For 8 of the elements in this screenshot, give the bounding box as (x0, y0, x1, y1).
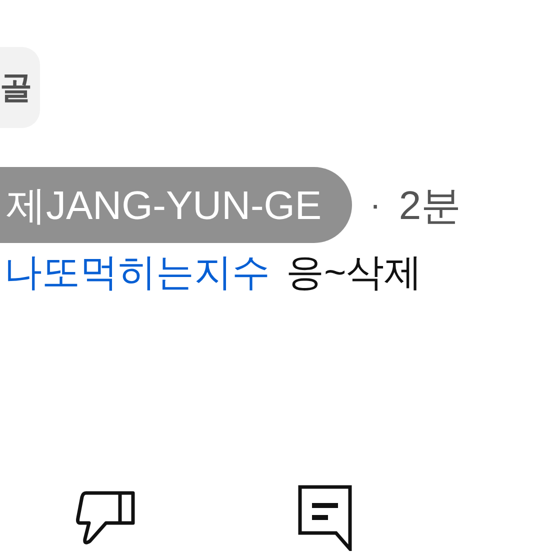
comment-icon (298, 485, 354, 551)
category-chip[interactable]: 골 (0, 47, 40, 128)
author-name[interactable]: 제JANG-YUN-GE (0, 167, 352, 243)
mention-link[interactable]: 나또먹히는지수 (0, 246, 270, 298)
comment-text: 응~삭제 (286, 250, 422, 296)
separator-dot: · (370, 186, 381, 224)
comment-time: 2분 (398, 182, 462, 230)
reply-button[interactable] (298, 485, 354, 551)
